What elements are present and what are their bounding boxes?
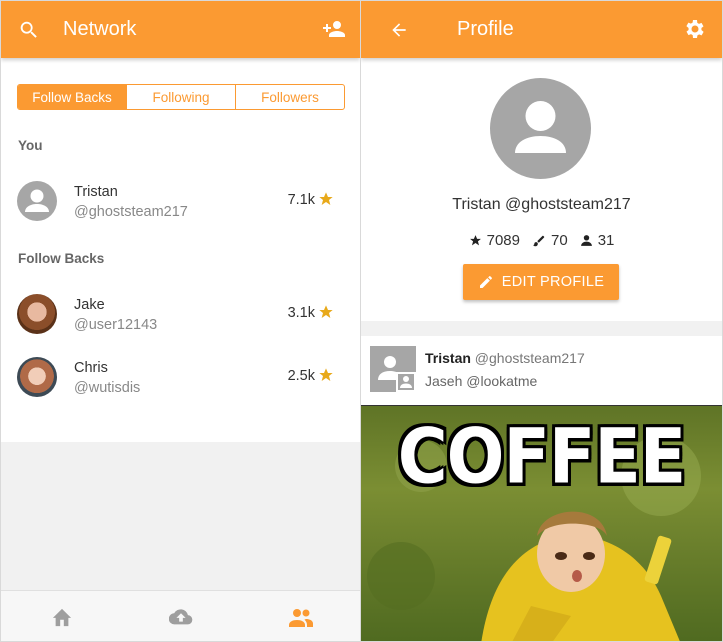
search-icon[interactable] [17,18,41,42]
network-title: Network [63,18,137,40]
stat-stars-value: 7089 [486,232,520,249]
section-you-heading: You [18,138,43,153]
meme-caption: COFFEE [397,413,687,502]
post-mention: Jaseh @lookatme [425,373,538,389]
list-item[interactable]: Tristan @ghoststeam217 7.1k [17,181,345,225]
profile-content: Tristan @ghoststeam217 7089 70 31 EDIT P… [361,58,722,641]
profile-title: Profile [457,18,514,40]
person-icon [580,235,592,246]
user-score: 7.1k [287,192,315,208]
add-person-icon[interactable] [320,17,346,41]
network-content: Follow Backs Following Followers You Tri… [1,58,360,442]
post-avatar [370,346,416,392]
list-item[interactable]: Jake @user12143 3.1k [17,294,345,338]
edit-profile-button[interactable]: EDIT PROFILE [463,264,619,300]
tab-followers[interactable]: Followers [235,85,344,109]
brush-icon [533,235,545,246]
network-pane: Network Follow Backs Following Followers… [0,0,361,642]
user-name: Chris [74,360,108,376]
avatar [17,294,57,334]
network-tabs: Follow Backs Following Followers [17,84,345,110]
stat-followers-value: 31 [597,232,615,249]
edit-profile-label: EDIT PROFILE [501,274,605,290]
profile-avatar [490,78,591,179]
post-image[interactable]: COFFEE [361,405,722,641]
avatar [17,181,57,221]
section-follow-backs-heading: Follow Backs [18,251,105,266]
section-divider [361,321,722,336]
post-header[interactable]: Tristan @ghoststeam217 Jaseh @lookatme [361,336,722,406]
user-handle: @wutisdis [74,380,141,396]
people-icon[interactable] [289,605,313,629]
network-app-bar: Network [1,1,360,58]
profile-stats: 7089 70 31 [361,232,722,249]
stat-stars: 7089 [469,232,520,249]
star-icon [318,367,334,388]
profile-pane: Profile Tristan @ghoststeam217 7089 70 3… [361,0,723,642]
user-handle: @user12143 [74,317,158,333]
stat-brushes-value: 70 [551,232,568,249]
user-score: 2.5k [287,368,315,384]
user-score: 3.1k [287,305,315,321]
back-arrow-icon[interactable] [387,18,411,42]
pencil-icon [479,276,492,288]
profile-app-bar: Profile [361,1,722,58]
cloud-upload-icon[interactable] [169,605,193,629]
profile-name: Tristan @ghoststeam217 [452,196,631,213]
user-handle: @ghoststeam217 [74,204,188,220]
avatar [17,357,57,397]
bottom-nav [1,590,360,641]
post-author: Tristan [425,350,471,366]
post-author-handle: @ghoststeam217 [474,350,585,366]
list-item[interactable]: Chris @wutisdis 2.5k [17,357,345,401]
tab-following[interactable]: Following [126,85,235,109]
user-name: Tristan [74,184,118,200]
tab-follow-backs[interactable]: Follow Backs [18,85,126,109]
star-icon [318,304,334,325]
star-icon [469,235,481,246]
stat-brushes: 70 [532,232,568,249]
gear-icon[interactable] [683,17,707,41]
home-icon[interactable] [50,605,74,629]
post-author-line: Tristan @ghoststeam217 [425,350,585,366]
user-name: Jake [74,297,105,313]
star-icon [318,191,334,212]
stat-followers: 31 [580,232,615,249]
